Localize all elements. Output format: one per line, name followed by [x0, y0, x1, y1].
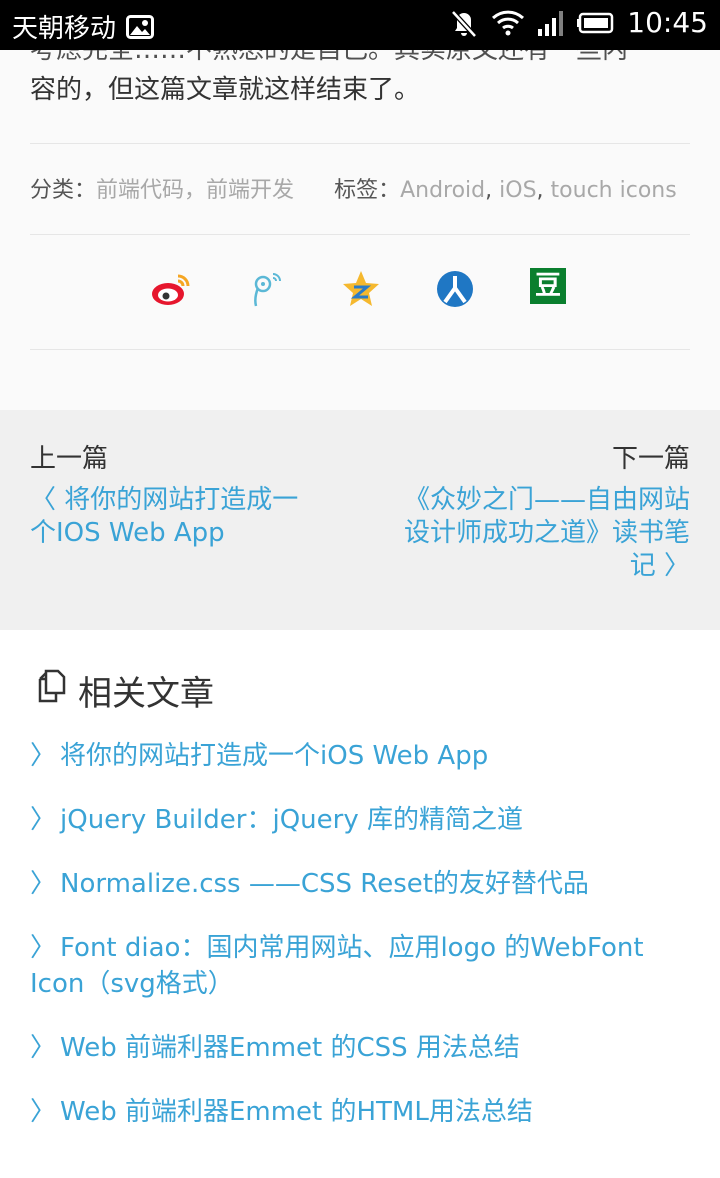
related-post-link[interactable]: 〉 Web 前端利器Emmet 的CSS 用法总结 [30, 1030, 690, 1066]
tencent-weibo-icon[interactable] [246, 268, 288, 310]
related-posts: 相关文章 〉将你的网站打造成一个iOS Web App 〉 jQuery Buil… [0, 630, 720, 1178]
related-post-link[interactable]: 〉将你的网站打造成一个iOS Web App [30, 738, 690, 774]
chevron-right-icon: 〉 [30, 805, 57, 835]
renren-icon[interactable] [434, 268, 476, 310]
tag-link[interactable]: touch icons [551, 178, 677, 203]
next-post-title-line: 记 〉 [629, 551, 690, 581]
qzone-icon[interactable] [340, 268, 382, 310]
chevron-right-icon: 〉 [30, 869, 57, 899]
post-meta: 分类：前端代码，前端开发 标签：Android, iOS, touch icon… [30, 172, 710, 204]
chevron-right-icon: 〉 [30, 1033, 57, 1063]
divider [30, 234, 690, 235]
related-posts-title: 相关文章 [78, 674, 214, 714]
weibo-icon[interactable] [150, 268, 192, 310]
related-post-link[interactable]: 〉 Web 前端利器Emmet 的HTML用法总结 [30, 1094, 690, 1130]
related-posts-heading: 相关文章 [34, 666, 214, 715]
divider [30, 349, 690, 350]
wifi-icon [491, 9, 525, 37]
tag-separator: , [485, 178, 500, 203]
image-notification-icon [126, 14, 155, 39]
prev-post-link[interactable]: 〈 将你的网站打造成一 个IOS Web App [30, 484, 340, 550]
copy-icon [34, 667, 72, 714]
tag-link[interactable]: Android [400, 178, 485, 203]
category-link[interactable]: 前端开发 [206, 178, 294, 203]
category-label: 分类： [30, 178, 97, 203]
related-post-link[interactable]: 〉 Font diao：国内常用网站、应用logo 的WebFont Icon（s… [30, 930, 690, 1002]
douban-glyph: 豆 [534, 271, 561, 301]
next-post-link[interactable]: 《众妙之门——自由网站 设计师成功之道》读书笔 记 〉 [380, 484, 690, 583]
related-post-link[interactable]: 〉 jQuery Builder：jQuery 库的精简之道 [30, 802, 690, 838]
next-post-title-line: 《众妙之门——自由网站 [403, 485, 690, 515]
divider [30, 143, 690, 144]
douban-icon[interactable]: 豆 [530, 268, 572, 310]
tags-label: 标签： [334, 178, 401, 203]
tag-separator: , [536, 178, 551, 203]
next-post-title-line: 设计师成功之道》读书笔 [403, 518, 690, 548]
tag-link[interactable]: iOS [499, 178, 536, 203]
post-navigation: 上一篇 下一篇 〈 将你的网站打造成一 个IOS Web App 《众妙之门——… [0, 410, 720, 630]
article-text-line: 容的，但这篇文章就这样结束了。 [30, 75, 421, 105]
status-bar: 天朝移动 10:45 [0, 0, 720, 50]
chevron-right-icon: 〉 [30, 933, 57, 963]
category-separator: ， [184, 178, 207, 203]
signal-icon [537, 9, 565, 37]
chevron-right-icon: 〉 [30, 1097, 57, 1127]
status-left: 天朝移动 [12, 8, 155, 45]
carrier-name: 天朝移动 [12, 14, 117, 44]
next-post-label: 下一篇 [611, 444, 690, 474]
status-right: 10:45 [449, 6, 708, 39]
battery-icon [577, 12, 615, 34]
chevron-right-icon: 〉 [30, 741, 57, 771]
related-post-link[interactable]: 〉 Normalize.css ——CSS Reset的友好替代品 [30, 866, 690, 902]
prev-post-title-line: 个IOS Web App [30, 518, 225, 548]
related-posts-list: 〉将你的网站打造成一个iOS Web App 〉 jQuery Builder：j… [30, 738, 690, 1158]
prev-post-label: 上一篇 [30, 444, 109, 474]
category-link[interactable]: 前端代码 [96, 178, 184, 203]
prev-post-title-line: 〈 将你的网站打造成一 [30, 485, 299, 515]
share-bar: 豆 [0, 268, 720, 316]
clock: 10:45 [627, 6, 708, 39]
mute-icon [449, 8, 479, 38]
